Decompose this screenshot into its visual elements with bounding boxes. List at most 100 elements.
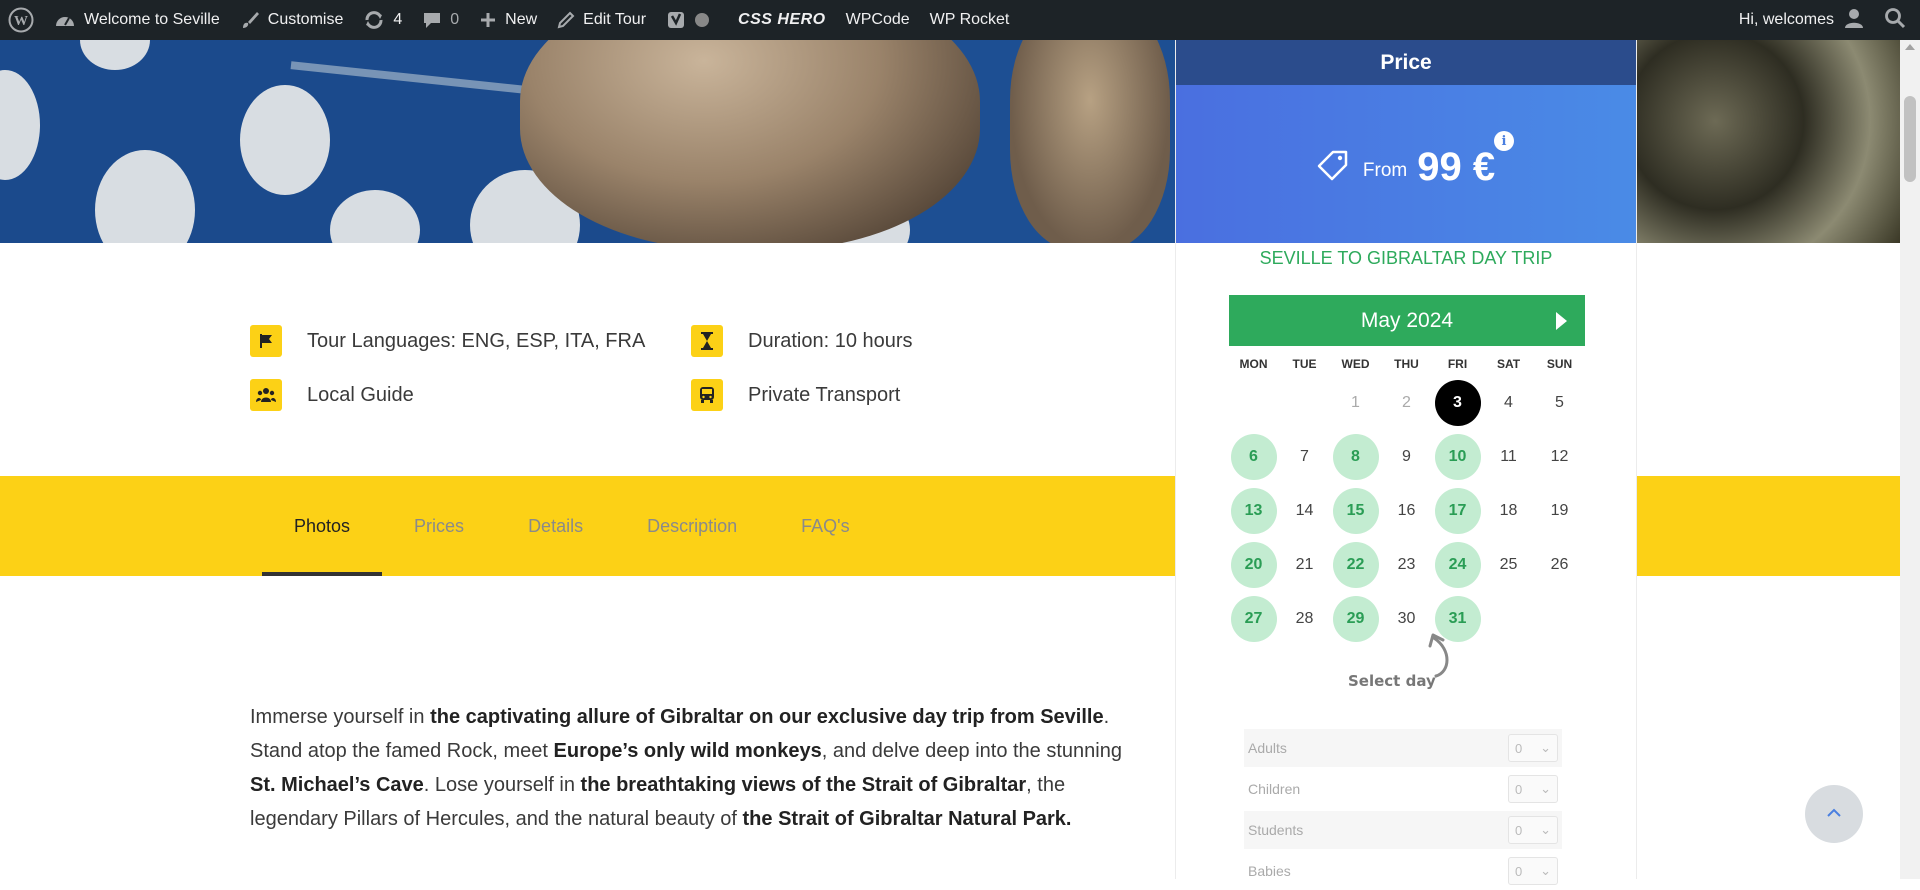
weekday-label: WED (1341, 357, 1370, 371)
calendar-day-number: 11 (1500, 448, 1517, 465)
hero-monkey (520, 40, 980, 243)
admin-bar: W Welcome to Seville Customise 4 0 New E… (0, 0, 1920, 40)
calendar-day-number: 2 (1402, 394, 1411, 411)
next-month-arrow-icon[interactable] (1556, 312, 1567, 330)
tab-faqs[interactable]: FAQ's (769, 476, 881, 576)
wprocket-link[interactable]: WP Rocket (920, 0, 1020, 40)
tab-details[interactable]: Details (496, 476, 615, 576)
search-button[interactable] (1874, 0, 1920, 40)
calendar-day: 19 (1534, 484, 1585, 538)
hero-monkey-tail (1010, 40, 1170, 243)
babies-select[interactable]: 0 ⌄ (1508, 857, 1558, 885)
bus-icon (691, 379, 723, 411)
students-select[interactable]: 0 ⌄ (1508, 816, 1558, 844)
updates-link[interactable]: 4 (353, 0, 412, 40)
calendar-day-number: 30 (1397, 610, 1416, 627)
scroll-up-arrow-icon[interactable] (1905, 44, 1915, 50)
pencil-icon (557, 11, 575, 29)
calendar-day-number: 5 (1555, 394, 1564, 411)
desc-bold: the Strait of Gibraltar Natural Park. (742, 808, 1072, 830)
csshero-link[interactable]: CSS HERO (728, 0, 836, 40)
adults-value: 0 (1515, 740, 1523, 756)
yoast-menu[interactable] (656, 0, 728, 40)
calendar-day-number: 7 (1300, 448, 1309, 465)
plus-icon (479, 11, 497, 29)
calendar-day-number: 15 (1332, 488, 1379, 534)
calendar-day-number: 23 (1397, 556, 1416, 573)
calendar-blank (1228, 376, 1279, 430)
calendar-day[interactable]: 17 (1432, 484, 1483, 538)
info-icon[interactable]: i (1494, 131, 1514, 151)
calendar-day-number: 8 (1332, 434, 1379, 480)
calendar-day-number: 17 (1434, 488, 1481, 534)
chevron-up-icon (1826, 805, 1842, 823)
site-name-link[interactable]: Welcome to Seville (44, 0, 230, 40)
scrollbar-thumb[interactable] (1904, 96, 1916, 182)
back-to-top-button[interactable] (1805, 785, 1863, 843)
account-menu[interactable]: Hi, welcomes (1729, 0, 1874, 40)
calendar-day[interactable]: 29 (1330, 592, 1381, 646)
calendar-day-number: 3 (1434, 380, 1481, 426)
wpcode-link[interactable]: WPCode (836, 0, 920, 40)
calendar-day: 9 (1381, 430, 1432, 484)
comments-link[interactable]: 0 (412, 0, 469, 40)
calendar-day[interactable]: 13 (1228, 484, 1279, 538)
calendar-day-number: 6 (1230, 434, 1277, 480)
calendar-day: 28 (1279, 592, 1330, 646)
calendar-day[interactable]: 15 (1330, 484, 1381, 538)
calendar-day-number: 27 (1230, 596, 1277, 642)
calendar-day: 14 (1279, 484, 1330, 538)
calendar-day[interactable]: 10 (1432, 430, 1483, 484)
passenger-label: Students (1248, 822, 1304, 838)
edit-tour-link[interactable]: Edit Tour (547, 0, 656, 40)
chevron-down-icon: ⌄ (1540, 863, 1551, 878)
tab-photos[interactable]: Photos (262, 476, 383, 576)
new-label: New (505, 11, 538, 28)
desc-text: , and delve deep into the stunning (821, 740, 1122, 762)
desc-text: . Lose yourself in (423, 774, 581, 796)
wordpress-logo-button[interactable]: W (0, 0, 44, 40)
calendar-month: May 2024 (1360, 308, 1454, 332)
calendar-day[interactable]: 6 (1228, 430, 1279, 484)
calendar-day[interactable]: 24 (1432, 538, 1483, 592)
tour-tabs: Photos Prices Details Description FAQ's (262, 476, 882, 576)
calendar-day-number: 21 (1295, 556, 1314, 573)
desc-bold: the captivating allure of Gibraltar on o… (430, 706, 1104, 728)
calendar-day: 23 (1381, 538, 1432, 592)
calendar-day-number: 1 (1351, 394, 1360, 411)
new-content-link[interactable]: New (469, 0, 547, 40)
calendar-day-number: 26 (1550, 556, 1569, 573)
calendar-day-number: 19 (1550, 502, 1569, 519)
desc-bold: Europe’s only wild monkeys (553, 740, 822, 762)
yoast-icon (666, 10, 686, 30)
svg-text:W: W (14, 14, 28, 29)
babies-value: 0 (1515, 863, 1523, 879)
passenger-adults: Adults 0 ⌄ (1244, 729, 1562, 767)
calendar-day[interactable]: 8 (1330, 430, 1381, 484)
calendar-grid: MON TUE WED THU FRI SAT SUN 1 2 3 4 5 6 7 8 9 10 11 12 13 14… (1228, 346, 1585, 646)
calendar-day-number: 22 (1332, 542, 1379, 588)
price-value: 99 € (1417, 144, 1496, 189)
comment-icon (422, 10, 442, 30)
calendar-day[interactable]: 27 (1228, 592, 1279, 646)
tab-description[interactable]: Description (615, 476, 769, 576)
weekday-label: MON (1239, 357, 1268, 371)
calendar-day[interactable]: 20 (1228, 538, 1279, 592)
calendar-day-number: 20 (1230, 542, 1277, 588)
adults-select[interactable]: 0 ⌄ (1508, 734, 1558, 762)
customise-link[interactable]: Customise (230, 0, 354, 40)
calendar-day-number: 4 (1504, 394, 1513, 411)
calendar-day-number: 12 (1550, 448, 1569, 465)
calendar-day-number: 29 (1332, 596, 1379, 642)
feature-duration: Duration: 10 hours (691, 325, 913, 357)
price-box: From 99 € i (1176, 85, 1636, 243)
calendar-day-number: 9 (1402, 448, 1411, 465)
students-value: 0 (1515, 822, 1523, 838)
calendar-day-number: 18 (1499, 502, 1518, 519)
calendar-day[interactable]: 22 (1330, 538, 1381, 592)
calendar-day-number: 24 (1434, 542, 1481, 588)
tab-prices[interactable]: Prices (382, 476, 496, 576)
calendar-blank (1279, 376, 1330, 430)
greeting: Hi, welcomes (1738, 11, 1834, 28)
children-select[interactable]: 0 ⌄ (1508, 775, 1558, 803)
